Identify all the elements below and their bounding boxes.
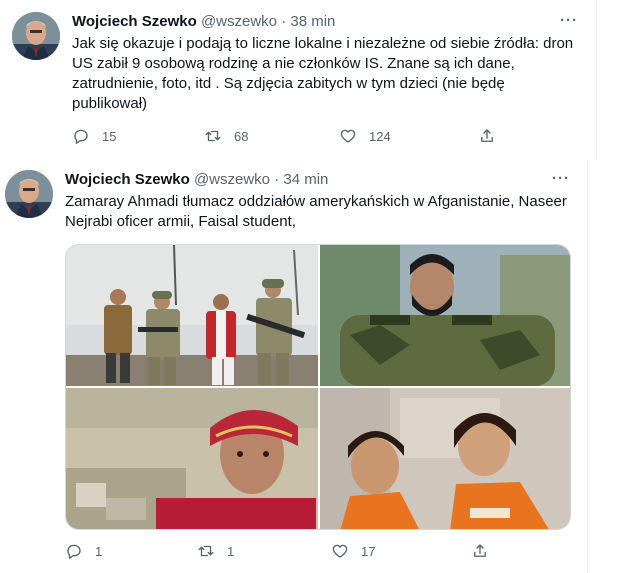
retweet-icon <box>197 542 215 560</box>
media-grid <box>65 244 571 530</box>
author-name[interactable]: Wojciech Szewko <box>65 171 190 188</box>
retweet-count: 68 <box>234 128 249 144</box>
tweet-actions: 1 1 17 <box>0 542 587 562</box>
like-count: 124 <box>369 128 391 144</box>
author-handle[interactable]: @wszewko <box>201 13 277 30</box>
tweet[interactable]: Wojciech Szewko @wszewko · 34 min ··· Za… <box>0 162 588 573</box>
tweet-header: Wojciech Szewko @wszewko · 34 min <box>65 170 328 190</box>
share-icon <box>471 542 489 560</box>
tweet[interactable]: Wojciech Szewko @wszewko · 38 min ··· Ja… <box>0 0 597 160</box>
retweet-button[interactable]: 1 <box>197 542 234 560</box>
more-icon[interactable]: ··· <box>552 170 570 188</box>
photo-army-officer[interactable] <box>320 245 570 386</box>
share-button[interactable] <box>471 542 489 560</box>
photo-boy-red-headwrap[interactable] <box>66 388 318 529</box>
photo-two-children[interactable] <box>320 388 570 529</box>
avatar[interactable] <box>5 170 53 218</box>
separator: · <box>274 171 280 188</box>
share-icon <box>478 127 496 145</box>
like-count: 17 <box>361 543 376 559</box>
author-name[interactable]: Wojciech Szewko <box>72 13 197 30</box>
reply-button[interactable]: 1 <box>65 542 102 560</box>
reply-count: 15 <box>102 128 117 144</box>
heart-icon <box>331 542 349 560</box>
retweet-count: 1 <box>227 543 235 559</box>
reply-count: 1 <box>95 543 103 559</box>
reply-button[interactable]: 15 <box>72 127 116 145</box>
photo-group-soldiers[interactable] <box>66 245 318 386</box>
avatar[interactable] <box>12 12 60 60</box>
tweet-header: Wojciech Szewko @wszewko · 38 min <box>72 12 335 32</box>
author-handle[interactable]: @wszewko <box>194 171 270 188</box>
more-icon[interactable]: ··· <box>560 12 578 30</box>
like-button[interactable]: 17 <box>331 542 375 560</box>
share-button[interactable] <box>478 127 496 145</box>
reply-icon <box>72 127 90 145</box>
like-button[interactable]: 124 <box>339 127 391 145</box>
timestamp[interactable]: 34 min <box>283 171 328 188</box>
retweet-icon <box>204 127 222 145</box>
tweet-text: Zamaray Ahmadi tłumacz oddziałów ameryka… <box>65 193 567 230</box>
separator: · <box>281 13 287 30</box>
tweet-actions: 15 68 124 <box>0 127 596 147</box>
retweet-button[interactable]: 68 <box>204 127 248 145</box>
tweet-text: Jak się okazuje i podają to liczne lokal… <box>72 35 574 112</box>
timestamp[interactable]: 38 min <box>290 13 335 30</box>
reply-icon <box>65 542 83 560</box>
heart-icon <box>339 127 357 145</box>
